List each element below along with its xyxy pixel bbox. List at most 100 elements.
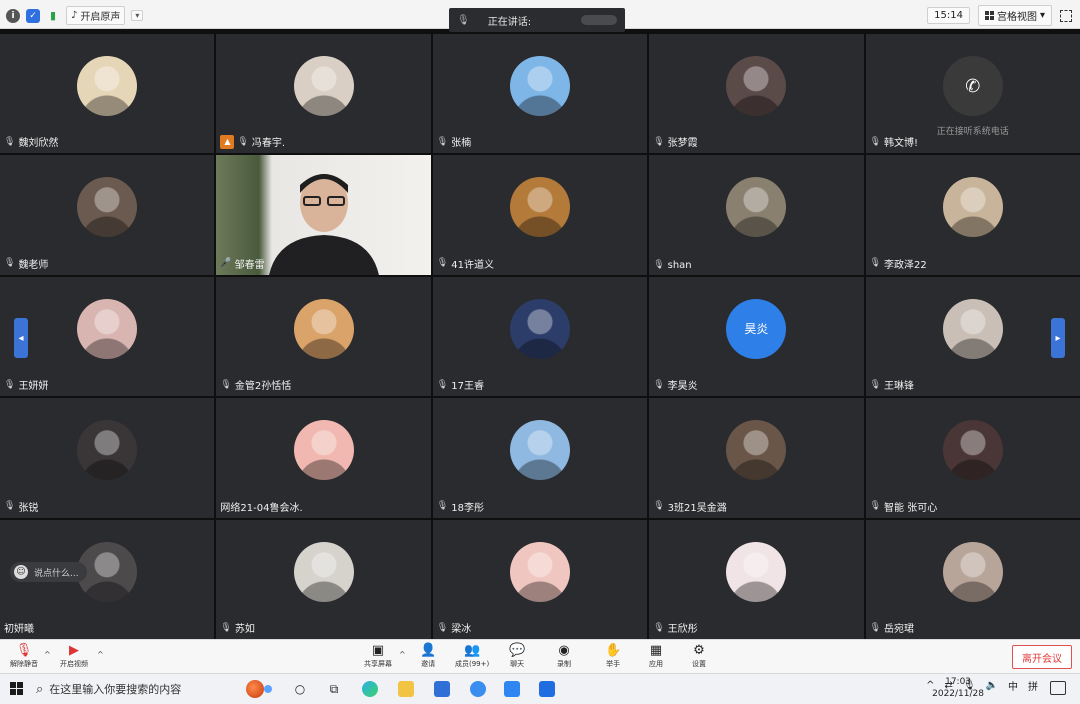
chat-label: 聊天 [510,660,525,668]
file-explorer-icon[interactable] [396,679,416,699]
volume-icon[interactable]: 🔈 [986,680,998,691]
participant-name-tag: 🎙 魏刘欣然 [4,134,58,150]
start-video-label: 开启视频 [60,660,88,668]
notification-icon[interactable] [1050,681,1066,695]
raise-hand-button[interactable]: ✋ 举手 [605,643,621,669]
ime-mode[interactable]: 拼 [1028,678,1038,693]
leave-meeting-button[interactable]: 离开会议 [1012,645,1072,669]
members-button[interactable]: 👥 成员(99+) [455,643,489,669]
participant-name: 智能 张可心 [884,502,938,514]
participant-tile[interactable]: 网络21-04鲁会冰. [216,398,431,518]
participant-tile[interactable]: 🎙 王琳锋 [865,276,1080,397]
participant-tile[interactable]: ✆ 正在接听系统电话 🎙 韩文博! [865,34,1080,154]
search-highlight-icon [246,680,276,698]
mic-muted-icon: 🎙 [4,379,16,390]
signal-icon[interactable]: ▮ [46,9,60,23]
avatar [509,541,570,602]
participant-name: 张梦霞 [667,138,698,150]
participant-tile[interactable]: 🎙 魏刘欣然 [0,34,215,154]
participant-name: 王妍妍 [18,381,49,393]
participant-tile[interactable]: 🎙 shan [649,155,864,275]
participant-tile[interactable]: 🎤 邹春雷 [216,155,431,275]
mic-muted-icon: 🎙 [4,258,16,269]
chevron-up-icon[interactable]: ^ [97,650,104,659]
participant-tile[interactable]: 🎙 3班21吴金潞 [649,398,864,518]
apps-button[interactable]: ▦ 应用 [649,643,663,669]
add-user-icon: 👤 [420,643,437,658]
meeting-app-icon[interactable] [537,679,557,699]
participant-tile[interactable]: 🎙 岳宛珺 [865,519,1080,639]
participant-tile[interactable]: 🎙 王妍妍 [0,276,215,397]
participant-tile[interactable]: 🎙 张楠 [432,34,648,154]
prev-page-button[interactable]: ◂ [14,318,28,358]
start-video-button[interactable]: ▶ 开启视频 [60,643,88,669]
participant-name-tag: 🎙 shan [653,260,691,271]
clock-time: 17:03 [945,677,972,687]
avatar [726,56,787,116]
host-badge-icon: ▲ [220,134,235,149]
chevron-up-icon[interactable]: ^ [399,650,406,659]
mic-muted-icon: 🎙 [436,622,449,633]
invite-button[interactable]: 👤 邀请 [420,643,436,669]
meeting-toolbar: 🎙 解除静音 ^ ▶ 开启视频 ^ ▣ 共享屏幕 ^ 👤 邀请 👥 成员(99+… [0,639,1080,674]
taskbar: ⌕ 在这里输入你要搜索的内容 ○ ⧉ ^ ⇄ 🎙 🔈 中 拼 17:03 202… [0,673,1080,704]
mic-muted-icon: 🎙 [869,379,882,390]
avatar [942,298,1003,359]
participant-tile[interactable]: 🎙 张锐 [0,398,215,518]
participant-tile[interactable]: 🎙 41许道义 [432,155,648,275]
avatar [726,420,787,481]
info-icon[interactable]: i [6,8,20,23]
cloud-app-icon[interactable] [502,679,522,699]
taskbar-clock[interactable]: 17:03 2022/11/28 [932,676,984,700]
participant-tile[interactable]: 🎙 金管2孙恬恬 [216,276,431,397]
avatar [509,56,570,116]
avatar [293,298,354,359]
participant-tile[interactable]: ▲ 🎙 冯春宇. [216,34,431,154]
participant-tile[interactable]: 🎙 魏老师 [0,155,215,275]
view-switch-button[interactable]: 宫格视图 ▾ [977,5,1052,26]
task-view-icon[interactable]: ○ [290,679,310,699]
ime-language[interactable]: 中 [1008,678,1018,693]
fullscreen-icon[interactable] [1060,9,1072,22]
mic-muted-icon: 🎙 [869,258,882,269]
participant-tile[interactable]: 🎙 李政泽22 [865,155,1080,275]
chat-button[interactable]: 💬 聊天 [509,643,525,669]
participant-tile[interactable]: 🎙 17王睿 [432,276,648,397]
record-icon: ◉ [558,643,570,658]
mic-muted-icon: 🎙 [869,622,882,633]
widgets-icon[interactable]: ⧉ [324,679,344,699]
participant-tile[interactable]: 昊炎 🎙 李昊炎 [649,276,864,397]
mail-icon[interactable] [432,679,452,699]
participant-tile[interactable]: 🎙 梁冰 [432,519,648,639]
participant-name: 张锐 [18,502,39,514]
participant-tile[interactable]: 🎙 18李彤 [432,398,648,518]
avatar-initials: 昊炎 [744,322,769,337]
participant-tile[interactable]: 🎙 苏如 [216,519,431,639]
record-button[interactable]: ◉ 录制 [557,643,571,669]
chevron-up-icon[interactable]: ^ [44,650,51,659]
chevron-down-icon[interactable]: ▾ [131,10,144,21]
participant-tile[interactable]: 🎙 张梦霞 [649,34,864,154]
participant-name-tag: 🎙 李昊炎 [653,377,697,393]
avatar [293,541,354,602]
avatar [942,541,1003,602]
share-screen-button[interactable]: ▣ 共享屏幕 [364,643,392,669]
windows-start-icon[interactable] [10,682,23,695]
participant-tile[interactable]: 🎙 智能 张可心 [865,398,1080,518]
avatar [293,56,354,116]
original-sound-toggle[interactable]: ♪ 开启原声 [66,6,126,25]
participant-tile[interactable]: 🎙 王欣彤 [649,519,864,639]
edge-browser-icon[interactable] [360,679,380,699]
participant-name-tag: 🎙 韩文博! [870,134,918,150]
unmute-button[interactable]: 🎙 解除静音 [10,643,38,669]
participant-name-tag: 🎙 金管2孙恬恬 [220,377,291,393]
browser-icon[interactable] [468,679,488,699]
taskbar-search[interactable]: ⌕ 在这里输入你要搜索的内容 [36,677,276,701]
share-screen-icon: ▣ [371,643,385,658]
participant-name: shan [667,259,692,271]
shield-icon[interactable]: ✓ [26,8,40,23]
chat-quick-input[interactable]: ☺ 说点什么... [10,562,87,582]
mic-muted-icon: 🎙 [237,136,249,147]
settings-button[interactable]: ⚙ 设置 [692,643,706,669]
next-page-button[interactable]: ▸ [1051,318,1065,358]
